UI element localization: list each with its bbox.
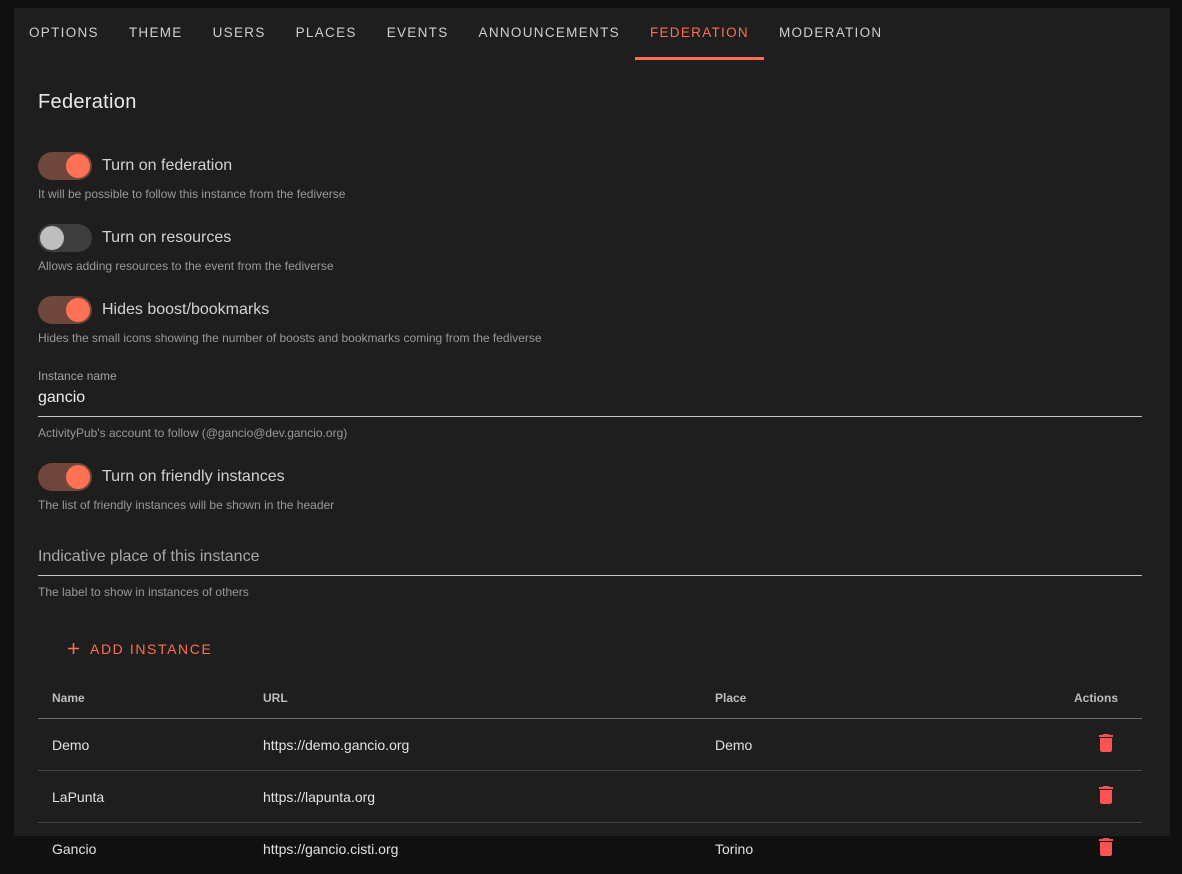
cell-name: Gancio	[38, 823, 249, 874]
cell-url: https://gancio.cisti.org	[249, 823, 701, 874]
tab-announcements[interactable]: ANNOUNCEMENTS	[464, 8, 635, 60]
tab-events[interactable]: EVENTS	[372, 8, 464, 60]
federation-toggle[interactable]	[38, 152, 92, 180]
table-row: Gancio https://gancio.cisti.org Torino	[38, 823, 1142, 874]
instance-name-field: Instance name ActivityPub's account to f…	[38, 369, 1142, 440]
toggle-hint: It will be possible to follow this insta…	[38, 187, 1142, 201]
cell-url: https://demo.gancio.org	[249, 719, 701, 771]
instances-table: Name URL Place Actions Demo https://demo…	[38, 678, 1142, 874]
instance-name-input[interactable]	[38, 385, 1142, 417]
tab-moderation[interactable]: MODERATION	[764, 8, 898, 60]
instance-place-input[interactable]	[38, 544, 1142, 576]
cell-place: Torino	[701, 823, 1047, 874]
delete-forever-icon	[1094, 731, 1118, 755]
cell-name: Demo	[38, 719, 249, 771]
toggle-thumb	[66, 298, 90, 322]
page-title: Federation	[38, 91, 1142, 114]
column-header-url: URL	[249, 678, 701, 719]
admin-tabs: OPTIONS THEME USERS PLACES EVENTS ANNOUN…	[14, 8, 1170, 60]
column-header-actions: Actions	[1047, 678, 1142, 719]
setting-turn-on-resources: Turn on resources Allows adding resource…	[38, 224, 1142, 273]
delete-forever-icon	[1094, 783, 1118, 807]
delete-forever-icon	[1094, 835, 1118, 859]
column-header-place: Place	[701, 678, 1047, 719]
toggle-label: Turn on friendly instances	[102, 468, 285, 486]
plus-icon	[64, 639, 83, 658]
admin-panel: OPTIONS THEME USERS PLACES EVENTS ANNOUN…	[14, 8, 1170, 836]
toggle-thumb	[66, 465, 90, 489]
cell-name: LaPunta	[38, 771, 249, 823]
tab-options[interactable]: OPTIONS	[14, 8, 114, 60]
toggle-thumb	[40, 226, 64, 250]
add-instance-label: ADD INSTANCE	[90, 641, 212, 657]
table-header-row: Name URL Place Actions	[38, 678, 1142, 719]
instance-name-hint: ActivityPub's account to follow (@gancio…	[38, 426, 1142, 440]
tab-theme[interactable]: THEME	[114, 8, 198, 60]
tab-places[interactable]: PLACES	[281, 8, 372, 60]
instance-place-hint: The label to show in instances of others	[38, 585, 1142, 599]
cell-place	[701, 771, 1047, 823]
table-row: LaPunta https://lapunta.org	[38, 771, 1142, 823]
setting-turn-on-federation: Turn on federation It will be possible t…	[38, 152, 1142, 201]
column-header-name: Name	[38, 678, 249, 719]
toggle-hint: Allows adding resources to the event fro…	[38, 259, 1142, 273]
table-row: Demo https://demo.gancio.org Demo	[38, 719, 1142, 771]
resources-toggle[interactable]	[38, 224, 92, 252]
delete-instance-button[interactable]	[1094, 783, 1118, 807]
toggle-thumb	[66, 154, 90, 178]
toggle-hint: The list of friendly instances will be s…	[38, 498, 1142, 512]
instance-place-field: The label to show in instances of others	[38, 544, 1142, 599]
toggle-label: Hides boost/bookmarks	[102, 301, 269, 319]
add-instance-button[interactable]: ADD INSTANCE	[56, 633, 220, 664]
toggle-label: Turn on resources	[102, 229, 231, 247]
instance-name-label: Instance name	[38, 369, 1142, 383]
hide-boosts-toggle[interactable]	[38, 296, 92, 324]
delete-instance-button[interactable]	[1094, 835, 1118, 859]
setting-friendly-instances: Turn on friendly instances The list of f…	[38, 463, 1142, 512]
tab-federation[interactable]: FEDERATION	[635, 8, 764, 60]
tab-users[interactable]: USERS	[198, 8, 281, 60]
friendly-instances-toggle[interactable]	[38, 463, 92, 491]
setting-hide-boosts: Hides boost/bookmarks Hides the small ic…	[38, 296, 1142, 345]
cell-url: https://lapunta.org	[249, 771, 701, 823]
toggle-label: Turn on federation	[102, 157, 232, 175]
toggle-hint: Hides the small icons showing the number…	[38, 331, 1142, 345]
cell-place: Demo	[701, 719, 1047, 771]
federation-settings: Federation Turn on federation It will be…	[14, 91, 1170, 874]
delete-instance-button[interactable]	[1094, 731, 1118, 755]
